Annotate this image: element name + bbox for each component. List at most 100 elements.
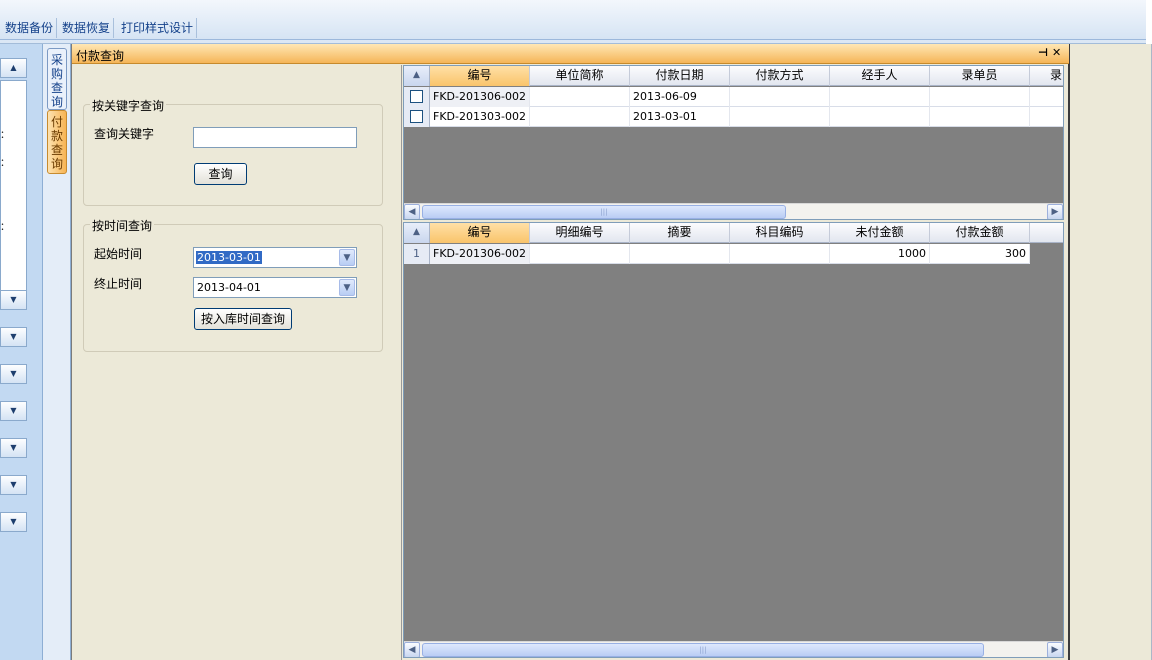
window-title: 付款查询	[76, 49, 125, 63]
edge	[1146, 0, 1152, 44]
chevron-down-icon[interactable]: ▼	[339, 249, 355, 266]
scrollbar-thumb[interactable]: |||	[422, 205, 786, 219]
scroll-left-icon[interactable]: ◀	[404, 642, 420, 657]
sort-icon[interactable]: ▲	[404, 223, 430, 243]
column-header[interactable]: 录	[1030, 66, 1063, 86]
cell-clerk	[930, 107, 1030, 127]
table-row[interactable]: 1 FKD-201306-002 1000 300	[404, 244, 1030, 264]
cell-number: FKD-201303-002	[430, 107, 530, 127]
end-date-value: 2013-04-01	[197, 281, 261, 294]
print-style-button[interactable]: 打印样式设计	[118, 18, 198, 38]
chevron-down-icon[interactable]: ▼	[0, 327, 27, 347]
cell-detail-number	[530, 244, 630, 264]
nav-mark: ：	[0, 130, 10, 141]
keyword-input[interactable]	[193, 127, 357, 148]
chevron-down-icon[interactable]: ▼	[0, 364, 27, 384]
keyword-group-title: 按关键字查询	[90, 97, 167, 114]
cell-method	[730, 107, 830, 127]
column-header[interactable]: 付款日期	[630, 66, 730, 86]
query-button[interactable]: 查询	[194, 163, 247, 185]
vertical-tab-strip: 采购查询 付款查询	[43, 44, 71, 660]
cell-unit	[530, 87, 630, 107]
chevron-down-icon[interactable]: ▼	[0, 512, 27, 532]
cell-clerk	[930, 87, 1030, 107]
backup-button[interactable]: 数据备份	[2, 18, 58, 38]
cell-date: 2013-03-01	[630, 107, 730, 127]
column-header[interactable]: 单位简称	[530, 66, 630, 86]
column-header[interactable]: 录单员	[930, 66, 1030, 86]
cell-unit	[530, 107, 630, 127]
chevron-down-icon[interactable]: ▼	[0, 475, 27, 495]
query-pane: 按关键字查询 查询关键字 查询 按时间查询 起始时间 2013-03-01 ▼ …	[72, 65, 402, 660]
scroll-right-icon[interactable]: ▶	[1047, 204, 1063, 219]
payment-grid: ▲ 编号 单位简称 付款日期 付款方式 经手人 录单员 录 FKD-201306…	[403, 65, 1064, 220]
horizontal-scrollbar[interactable]: ◀ ||| ▶	[404, 641, 1063, 657]
table-row[interactable]: FKD-201303-002 2013-03-01	[404, 107, 1063, 127]
time-group-title: 按时间查询	[90, 217, 155, 234]
left-navigation: ▲ ： ： ： ▼ ▼ ▼ ▼ ▼ ▼ ▼	[0, 44, 43, 660]
nav-mark: ：	[0, 222, 10, 233]
tab-payment-query[interactable]: 付款查询	[47, 110, 67, 174]
cell-extra	[1030, 107, 1063, 127]
cell-summary	[630, 244, 730, 264]
cell-handler	[830, 87, 930, 107]
table-row[interactable]: FKD-201306-002 2013-06-09	[404, 87, 1063, 107]
column-header[interactable]: 未付金额	[830, 223, 930, 243]
grid-header: ▲ 编号 单位简称 付款日期 付款方式 经手人 录单员 录	[404, 66, 1063, 86]
detail-grid: ▲ 编号 明细编号 摘要 科目编码 未付金额 付款金额 1 FKD-201306…	[403, 222, 1064, 658]
end-date-picker[interactable]: 2013-04-01 ▼	[193, 277, 357, 298]
column-header[interactable]: 经手人	[830, 66, 930, 86]
cell-paid-amount: 300	[930, 244, 1030, 264]
cell-number: FKD-201306-002	[430, 244, 530, 264]
cell-method	[730, 87, 830, 107]
start-time-label: 起始时间	[94, 247, 143, 261]
nav-list-panel	[0, 80, 27, 310]
chevron-down-icon[interactable]: ▼	[0, 290, 27, 310]
cell-account-code	[730, 244, 830, 264]
query-by-time-button[interactable]: 按入库时间查询	[194, 308, 292, 330]
scroll-right-icon[interactable]: ▶	[1047, 642, 1063, 657]
right-empty-area	[1070, 44, 1152, 660]
close-icon[interactable]: ✕	[1052, 47, 1061, 59]
row-checkbox[interactable]	[410, 110, 423, 123]
window-title-bar: 付款查询 ⊣ ✕	[72, 44, 1069, 64]
chevron-down-icon[interactable]: ▼	[0, 401, 27, 421]
column-header[interactable]: 付款金额	[930, 223, 1030, 243]
column-header[interactable]: 付款方式	[730, 66, 830, 86]
column-header[interactable]: 编号	[430, 66, 530, 86]
payment-query-window: 付款查询 ⊣ ✕ 按关键字查询 查询关键字 查询 按时间查询 起始时间 2013…	[71, 44, 1070, 660]
time-query-group: 按时间查询 起始时间 2013-03-01 ▼ 终止时间 2013-04-01 …	[83, 217, 383, 352]
pin-icon[interactable]: ⊣	[1038, 47, 1048, 59]
row-number: 1	[404, 244, 430, 264]
cell-number: FKD-201306-002	[430, 87, 530, 107]
column-header[interactable]: 摘要	[630, 223, 730, 243]
cell-extra	[1030, 87, 1063, 107]
tab-purchase-query[interactable]: 采购查询	[47, 48, 67, 110]
nav-mark: ：	[0, 158, 10, 169]
cell-handler	[830, 107, 930, 127]
start-date-value: 2013-03-01	[196, 251, 262, 264]
scroll-left-icon[interactable]: ◀	[404, 204, 420, 219]
column-header[interactable]: 科目编码	[730, 223, 830, 243]
horizontal-scrollbar[interactable]: ◀ ||| ▶	[404, 203, 1063, 219]
chevron-down-icon[interactable]: ▼	[0, 438, 27, 458]
end-time-label: 终止时间	[94, 277, 143, 291]
restore-button[interactable]: 数据恢复	[59, 18, 115, 38]
row-header	[404, 107, 430, 127]
keyword-query-group: 按关键字查询 查询关键字 查询	[83, 97, 383, 206]
column-header-blank	[1030, 223, 1063, 243]
row-header	[404, 87, 430, 107]
grid-header: ▲ 编号 明细编号 摘要 科目编码 未付金额 付款金额	[404, 223, 1063, 243]
scroll-up-button[interactable]: ▲	[0, 58, 27, 78]
cell-unpaid-amount: 1000	[830, 244, 930, 264]
chevron-down-icon[interactable]: ▼	[339, 279, 355, 296]
column-header[interactable]: 编号	[430, 223, 530, 243]
column-header[interactable]: 明细编号	[530, 223, 630, 243]
scrollbar-thumb[interactable]: |||	[422, 643, 984, 657]
keyword-label: 查询关键字	[94, 127, 155, 141]
cell-date: 2013-06-09	[630, 87, 730, 107]
top-toolbar: 数据备份 数据恢复 打印样式设计	[0, 0, 1146, 40]
start-date-picker[interactable]: 2013-03-01 ▼	[193, 247, 357, 268]
row-checkbox[interactable]	[410, 90, 423, 103]
sort-icon[interactable]: ▲	[404, 66, 430, 86]
